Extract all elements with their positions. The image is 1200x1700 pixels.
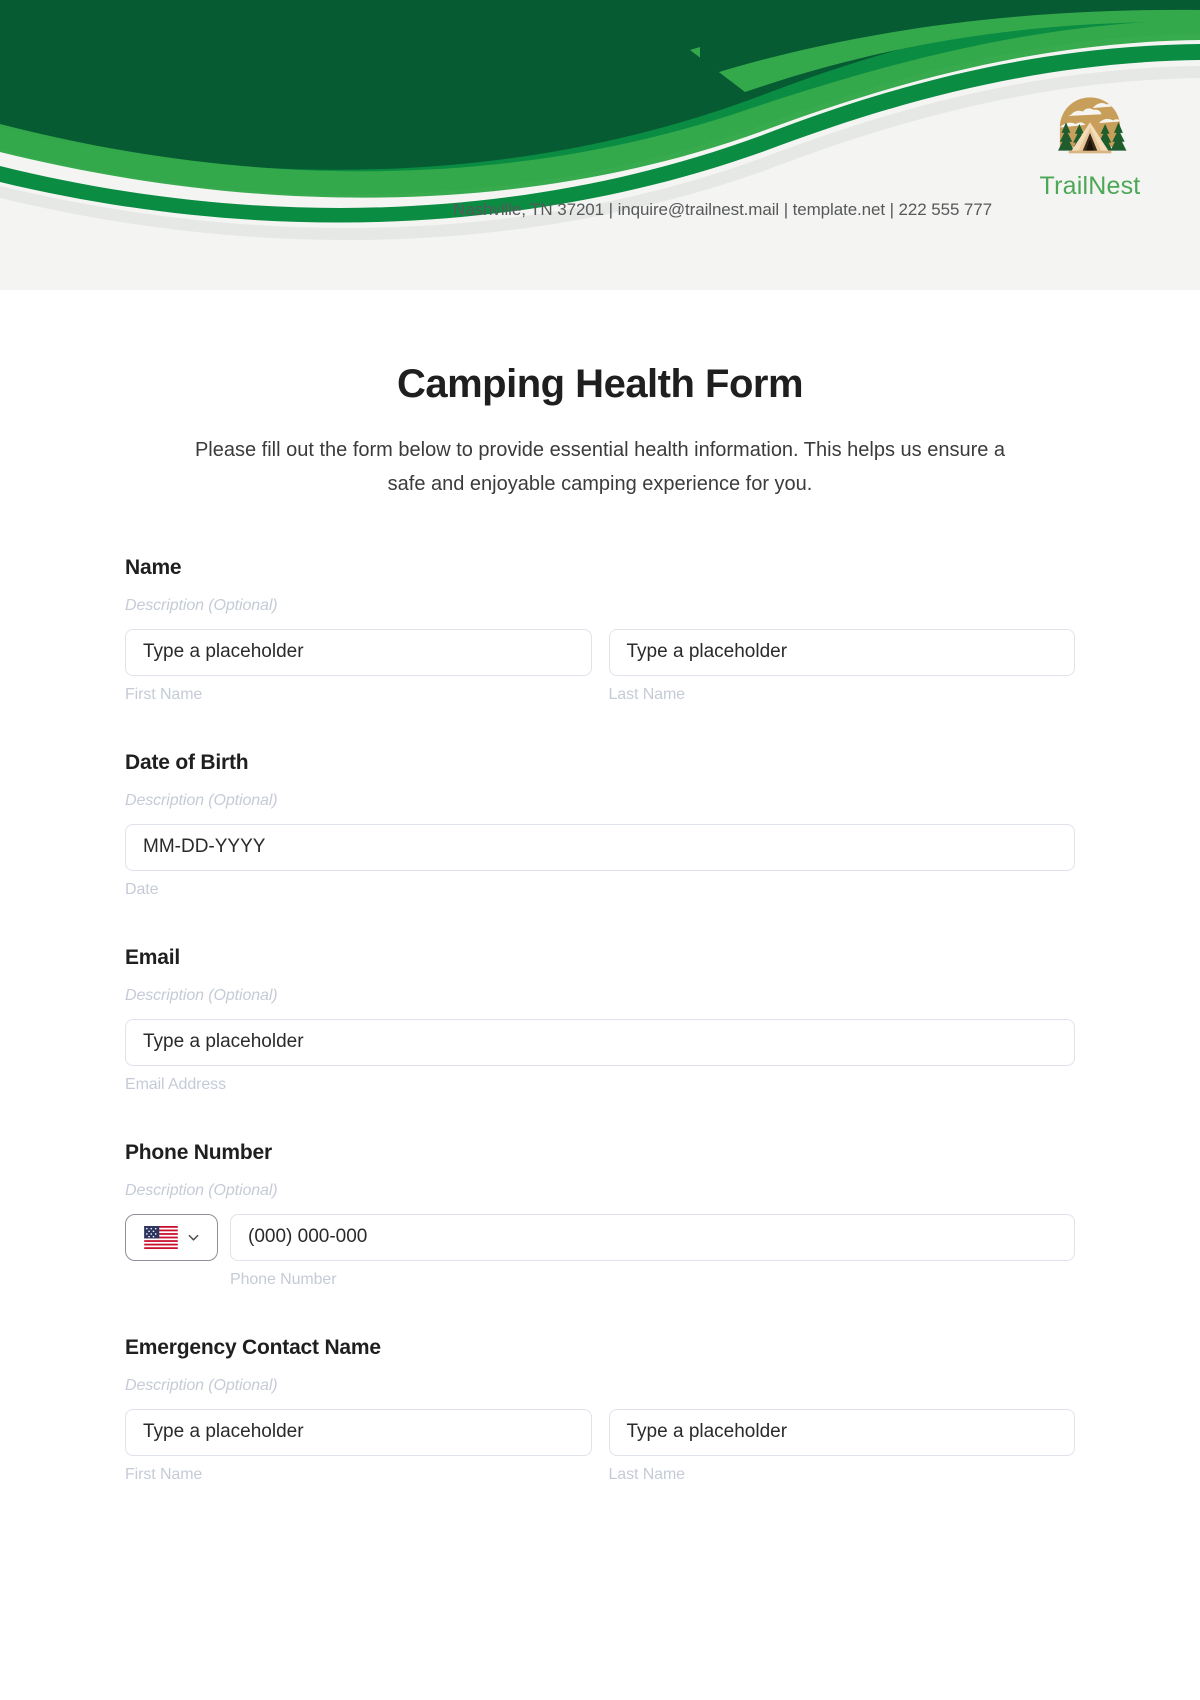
field-label: Email: [125, 945, 181, 969]
field-description: Description (Optional): [125, 986, 278, 1004]
page-subtitle: Please fill out the form below to provid…: [194, 439, 1006, 496]
page-header: TrailNest Nashville, TN 37201 | inquire@…: [0, 0, 1200, 290]
field-group-emergency-contact-name: Emergency Contact Name Description (Opti…: [125, 1336, 1075, 1484]
form-content: Camping Health Form Please fill out the …: [0, 362, 1200, 1484]
form-page: TrailNest Nashville, TN 37201 | inquire@…: [0, 0, 1200, 1700]
header-contact-line: Nashville, TN 37201 | inquire@trailnest.…: [453, 200, 992, 219]
email-input[interactable]: Type a placeholder: [125, 1018, 1075, 1066]
brand-block: TrailNest: [980, 92, 1200, 201]
emergency-first-name-sublabel: First Name: [125, 1465, 203, 1483]
field-label: Phone Number: [125, 1140, 272, 1164]
field-label: Emergency Contact Name: [125, 1335, 381, 1359]
email-column: Type a placeholder Email Address: [125, 1018, 1075, 1094]
email-input-row: Type a placeholder Email Address: [125, 1018, 1075, 1094]
chevron-down-icon: [188, 1234, 198, 1241]
country-code-select[interactable]: [125, 1213, 218, 1261]
field-group-date-of-birth: Date of Birth Description (Optional) MM-…: [125, 751, 1075, 899]
dob-column: MM-DD-YYYY Date: [125, 823, 1075, 899]
dob-input-row: MM-DD-YYYY Date: [125, 823, 1075, 899]
field-label: Date of Birth: [125, 750, 249, 774]
last-name-column: Type a placeholder Last Name: [608, 628, 1075, 704]
date-of-birth-input[interactable]: MM-DD-YYYY: [125, 823, 1075, 871]
camping-tent-forest-icon: [1058, 97, 1127, 154]
us-flag-icon: [143, 1225, 178, 1249]
last-name-sublabel: Last Name: [608, 685, 686, 703]
field-description: Description (Optional): [125, 1376, 278, 1394]
phone-number-input[interactable]: (000) 000-000: [230, 1213, 1075, 1261]
name-input-row: Type a placeholder First Name Type a pla…: [125, 628, 1075, 704]
field-group-phone-number: Phone Number Description (Optional) (000…: [125, 1141, 1075, 1289]
emergency-name-input-row: Type a placeholder First Name Type a pla…: [125, 1408, 1075, 1484]
emergency-last-name-input[interactable]: Type a placeholder: [608, 1408, 1075, 1456]
phone-input-row: (000) 000-000: [125, 1213, 1075, 1261]
emergency-first-name-input[interactable]: Type a placeholder: [125, 1408, 592, 1456]
date-sublabel: Date: [125, 880, 159, 898]
emergency-last-name-column: Type a placeholder Last Name: [608, 1408, 1075, 1484]
page-title: Camping Health Form: [396, 362, 804, 406]
phone-number-sublabel: Phone Number: [230, 1270, 337, 1288]
email-sublabel: Email Address: [125, 1075, 226, 1093]
field-description: Description (Optional): [125, 1181, 278, 1199]
first-name-input[interactable]: Type a placeholder: [125, 628, 592, 676]
field-group-email: Email Description (Optional) Type a plac…: [125, 946, 1075, 1094]
field-group-name: Name Description (Optional) Type a place…: [125, 556, 1075, 704]
brand-name: TrailNest: [1039, 172, 1141, 200]
field-label: Name: [125, 555, 182, 579]
emergency-first-name-column: Type a placeholder First Name: [125, 1408, 592, 1484]
first-name-column: Type a placeholder First Name: [125, 628, 592, 704]
field-description: Description (Optional): [125, 791, 278, 809]
emergency-last-name-sublabel: Last Name: [608, 1465, 686, 1483]
field-description: Description (Optional): [125, 596, 278, 614]
first-name-sublabel: First Name: [125, 685, 203, 703]
last-name-input[interactable]: Type a placeholder: [608, 628, 1075, 676]
